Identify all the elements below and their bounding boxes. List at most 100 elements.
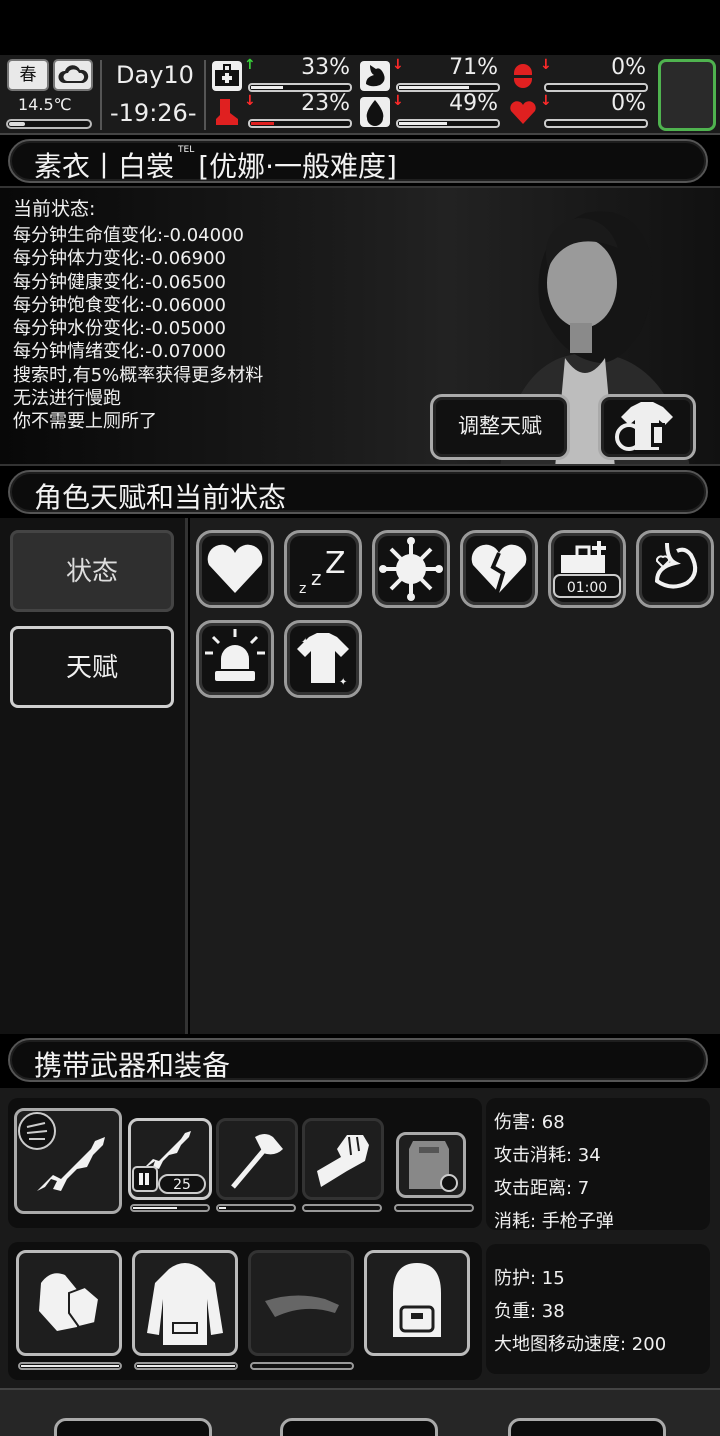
day-counter: Day10 (116, 61, 194, 89)
svg-text:✦: ✦ (339, 677, 347, 688)
status-line: 每分钟体力变化:-0.06900 (13, 248, 226, 270)
trend-down-icon: ↓ (392, 57, 404, 73)
equipment-panel: 25 伤害: 68 攻击消耗: 34 攻击距离: 7 消耗: 手枪子弹 防护: … (0, 1088, 720, 1436)
heart-icon[interactable] (196, 530, 274, 608)
status-line: 每分钟饱食变化:-0.06000 (13, 294, 226, 316)
cloud-icon (53, 59, 93, 91)
tab-talent[interactable]: 天赋 (10, 626, 174, 708)
armor-stats: 防护: 15 负重: 38 大地图移动速度: 200 (486, 1244, 710, 1374)
status-effects-list: 每分钟生命值变化:-0.04000 每分钟体力变化:-0.06900 每分钟健康… (13, 224, 263, 434)
divider (204, 60, 206, 130)
character-status-panel: 当前状态: 每分钟生命值变化:-0.04000 每分钟体力变化:-0.06900… (0, 186, 720, 466)
talent-section-title: 角色天赋和当前状态 (34, 481, 287, 514)
alarm-icon[interactable] (196, 620, 274, 698)
weapon-slots: 25 (8, 1098, 482, 1228)
life-value: 0% (611, 91, 646, 116)
status-line: 每分钟生命值变化:-0.04000 (13, 225, 244, 246)
game-clock: -19:26- (110, 99, 197, 127)
name-text: 素衣丨白裳 (34, 150, 175, 183)
trend-down-icon: ↓ (244, 93, 256, 109)
food-value: 71% (449, 55, 498, 80)
ammo-count: 25 (173, 1177, 191, 1193)
stomach-icon (360, 61, 390, 91)
broken-heart-icon[interactable] (460, 530, 538, 608)
smg-slot[interactable]: 25 (128, 1118, 212, 1200)
stamina-stat: ↓ 23% (212, 91, 352, 129)
stat-protection: 防护: 15 (494, 1268, 565, 1289)
shield-slot[interactable] (396, 1132, 466, 1198)
divider (100, 60, 102, 130)
status-title: 当前状态: (13, 198, 96, 220)
visor-cap-icon (265, 1295, 339, 1317)
health-value: 33% (301, 55, 350, 80)
nav-button[interactable] (280, 1418, 438, 1436)
change-outfit-button[interactable] (598, 394, 696, 460)
virus-icon[interactable] (372, 530, 450, 608)
status-line: 每分钟水份变化:-0.05000 (13, 318, 226, 340)
gloves-icon (39, 1273, 101, 1331)
trend-down-icon: ↓ (540, 57, 552, 73)
fist-slot[interactable] (302, 1118, 384, 1200)
water-bar (396, 119, 500, 128)
stamina-bar (248, 119, 352, 128)
smg-icon: 25 (132, 1131, 206, 1194)
armor-durability-bar (250, 1362, 354, 1370)
stat-weight: 负重: 38 (494, 1301, 565, 1322)
food-stat: ↓ 71% (360, 55, 500, 93)
talent-section-header: 角色天赋和当前状态 (8, 470, 708, 514)
svg-text:z: z (299, 581, 306, 597)
stat-map-speed: 大地图移动速度: 200 (494, 1334, 667, 1355)
status-line: 每分钟健康变化:-0.06500 (13, 271, 226, 293)
armor-durability-bar (18, 1362, 122, 1370)
stat-attack-cost: 攻击消耗: 34 (494, 1145, 601, 1166)
shirt-icon[interactable]: ✦ ✦ (284, 620, 362, 698)
water-stat: ↓ 49% (360, 91, 500, 129)
role-text: [优娜·一般难度] (198, 150, 397, 183)
armor-durability-bar (134, 1362, 238, 1370)
water-drop-icon (360, 97, 390, 127)
backpack-icon (393, 1263, 441, 1337)
bottom-nav (0, 1388, 720, 1436)
heart-icon (508, 97, 538, 127)
mood-value: 0% (611, 55, 646, 80)
visor-slot[interactable] (248, 1250, 354, 1356)
rifle-icon (18, 1112, 105, 1191)
mood-stat: ↓ 0% (508, 55, 648, 93)
equipment-section-title: 携带武器和装备 (34, 1049, 231, 1082)
svg-text:✦: ✦ (301, 637, 309, 648)
medkit-timer-icon[interactable]: 01:00 (548, 530, 626, 608)
stomach-heart-icon[interactable] (636, 530, 714, 608)
sleep-icon[interactable]: zzZ (284, 530, 362, 608)
gloves-slot[interactable] (16, 1250, 122, 1356)
stamina-value: 23% (301, 91, 350, 116)
talent-tabs: 状态 天赋 (0, 518, 188, 1034)
main-weapon-slot[interactable] (14, 1108, 122, 1214)
adjust-talent-button[interactable]: 调整天赋 (430, 394, 570, 460)
hoodie-slot[interactable] (132, 1250, 238, 1356)
pill-icon (508, 61, 538, 91)
fist-icon (317, 1135, 369, 1187)
quick-item-slot[interactable] (658, 59, 716, 131)
hoodie-icon (147, 1263, 223, 1345)
life-stat: ↓ 0% (508, 91, 648, 129)
tel-mark: TEL (178, 145, 195, 155)
nav-button[interactable] (508, 1418, 666, 1436)
weapon-durability-bar (302, 1204, 382, 1212)
status-line: 你不需要上厕所了 (13, 411, 157, 433)
status-line: 无法进行慢跑 (13, 388, 121, 410)
weapon-stats: 伤害: 68 攻击消耗: 34 攻击距离: 7 消耗: 手枪子弹 (486, 1098, 710, 1232)
stat-attack-range: 攻击距离: 7 (494, 1178, 590, 1199)
nav-button[interactable] (54, 1418, 212, 1436)
armor-slots (8, 1242, 482, 1380)
water-value: 49% (449, 91, 498, 116)
stat-damage: 伤害: 68 (494, 1112, 565, 1133)
trend-up-icon: ↑ (244, 57, 256, 73)
backpack-slot[interactable] (364, 1250, 470, 1356)
axe-slot[interactable] (216, 1118, 298, 1200)
timer-text: 01:00 (567, 580, 607, 596)
equipment-section-header: 携带武器和装备 (8, 1038, 708, 1082)
axe-icon (231, 1134, 283, 1189)
svg-text:z: z (311, 566, 322, 590)
tab-status[interactable]: 状态 (10, 530, 174, 612)
character-name-header: 素衣丨白裳 TEL [优娜·一般难度] (8, 139, 708, 183)
